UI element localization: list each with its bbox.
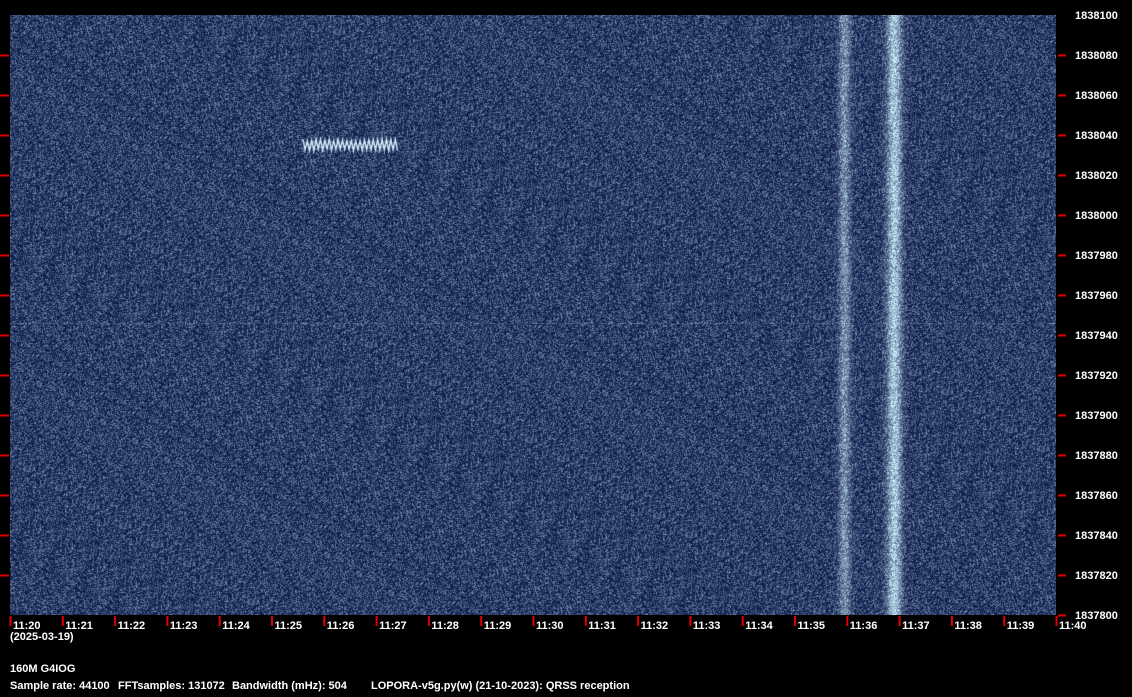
x-tick-label: 11:33	[693, 620, 721, 632]
x-tick-label: 11:40	[1059, 620, 1087, 632]
date-label: (2025-03-19)	[10, 631, 74, 643]
y-tick-label: 1837840	[1075, 530, 1118, 542]
axes-overlay: 1838100 1838080 1838060 1838040 1838020 18380…	[0, 10, 1118, 632]
y-tick-label: 1837820	[1075, 570, 1118, 582]
x-tick-label: 11:26	[327, 620, 355, 632]
station-label: 160M G4IOG	[10, 663, 76, 675]
y-tick-label: 1838100	[1075, 10, 1118, 22]
y-tick-label: 1838080	[1075, 50, 1118, 62]
x-tick-label: 11:37	[902, 620, 930, 632]
sample-rate-label: Sample rate: 44100	[10, 680, 110, 692]
x-tick-label: 11:29	[484, 620, 512, 632]
x-tick-label: 11:39	[1007, 620, 1035, 632]
y-tick-label: 1837980	[1075, 250, 1118, 262]
y-tick-label: 1837940	[1075, 330, 1118, 342]
y-tick-label: 1837920	[1075, 370, 1118, 382]
y-tick-label: 1837900	[1075, 410, 1118, 422]
x-tick-label: 11:31	[588, 620, 616, 632]
y-tick-label: 1838060	[1075, 90, 1118, 102]
x-tick-label: 11:36	[850, 620, 878, 632]
x-tick-label: 11:25	[275, 620, 303, 632]
x-tick-label: 11:35	[798, 620, 826, 632]
bandwidth-label: Bandwidth (mHz): 504	[232, 680, 347, 692]
y-tick-label: 1838020	[1075, 170, 1118, 182]
y-tick-label: 1837860	[1075, 490, 1118, 502]
x-tick-label: 11:38	[954, 620, 982, 632]
y-tick-label: 1838040	[1075, 130, 1118, 142]
x-tick-label: 11:28	[431, 620, 459, 632]
y-tick-label: 1837960	[1075, 290, 1118, 302]
fft-samples-label: FFTsamples: 131072	[118, 680, 225, 692]
x-tick-label: 11:22	[118, 620, 146, 632]
y-tick-label: 1838000	[1075, 210, 1118, 222]
x-tick-label: 11:30	[536, 620, 564, 632]
x-tick-label: 11:34	[745, 620, 773, 632]
x-tick-label: 11:27	[379, 620, 407, 632]
y-tick-label: 1837880	[1075, 450, 1118, 462]
x-tick-label: 11:32	[641, 620, 669, 632]
software-label: LOPORA-v5g.py(w) (21-10-2023): QRSS rece…	[371, 680, 630, 692]
x-tick-label: 11:24	[222, 620, 250, 632]
x-tick-label: 11:23	[170, 620, 198, 632]
